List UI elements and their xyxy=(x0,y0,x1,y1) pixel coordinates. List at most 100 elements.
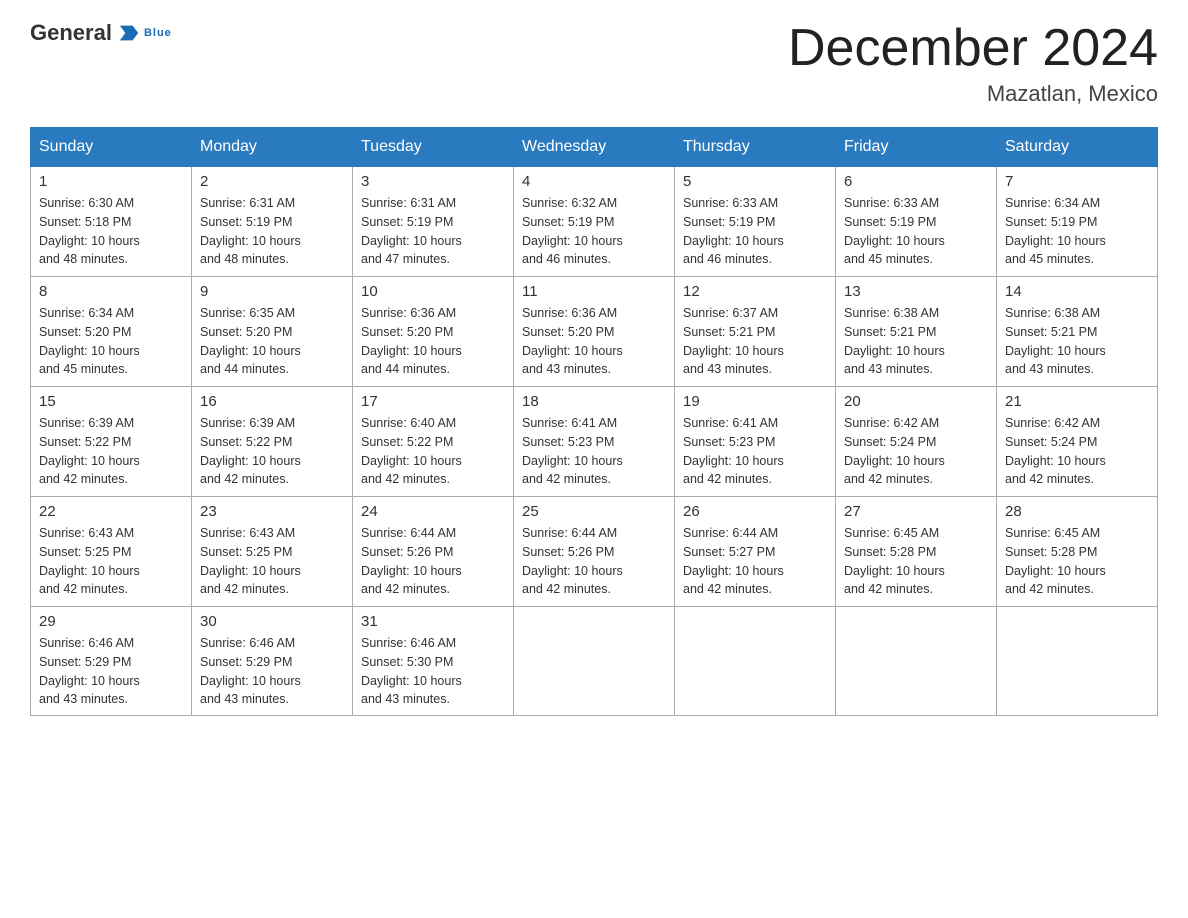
calendar-cell: 18 Sunrise: 6:41 AM Sunset: 5:23 PM Dayl… xyxy=(514,387,675,497)
calendar-cell: 20 Sunrise: 6:42 AM Sunset: 5:24 PM Dayl… xyxy=(836,387,997,497)
calendar-cell: 4 Sunrise: 6:32 AM Sunset: 5:19 PM Dayli… xyxy=(514,167,675,277)
calendar-cell: 13 Sunrise: 6:38 AM Sunset: 5:21 PM Dayl… xyxy=(836,277,997,387)
calendar-cell: 14 Sunrise: 6:38 AM Sunset: 5:21 PM Dayl… xyxy=(997,277,1158,387)
day-number: 5 xyxy=(683,173,827,190)
weekday-header-saturday: Saturday xyxy=(997,128,1158,167)
calendar-cell: 21 Sunrise: 6:42 AM Sunset: 5:24 PM Dayl… xyxy=(997,387,1158,497)
weekday-header-monday: Monday xyxy=(192,128,353,167)
calendar-cell: 11 Sunrise: 6:36 AM Sunset: 5:20 PM Dayl… xyxy=(514,277,675,387)
day-number: 21 xyxy=(1005,393,1149,410)
day-info: Sunrise: 6:41 AM Sunset: 5:23 PM Dayligh… xyxy=(683,414,827,489)
day-number: 26 xyxy=(683,503,827,520)
calendar-cell: 30 Sunrise: 6:46 AM Sunset: 5:29 PM Dayl… xyxy=(192,607,353,716)
day-number: 6 xyxy=(844,173,988,190)
day-number: 8 xyxy=(39,283,183,300)
calendar-cell: 19 Sunrise: 6:41 AM Sunset: 5:23 PM Dayl… xyxy=(675,387,836,497)
day-number: 2 xyxy=(200,173,344,190)
day-number: 19 xyxy=(683,393,827,410)
day-number: 27 xyxy=(844,503,988,520)
day-info: Sunrise: 6:42 AM Sunset: 5:24 PM Dayligh… xyxy=(844,414,988,489)
day-number: 9 xyxy=(200,283,344,300)
day-info: Sunrise: 6:43 AM Sunset: 5:25 PM Dayligh… xyxy=(39,524,183,599)
day-info: Sunrise: 6:34 AM Sunset: 5:19 PM Dayligh… xyxy=(1005,194,1149,269)
day-info: Sunrise: 6:33 AM Sunset: 5:19 PM Dayligh… xyxy=(683,194,827,269)
calendar-cell: 1 Sunrise: 6:30 AM Sunset: 5:18 PM Dayli… xyxy=(31,167,192,277)
day-info: Sunrise: 6:37 AM Sunset: 5:21 PM Dayligh… xyxy=(683,304,827,379)
day-number: 25 xyxy=(522,503,666,520)
day-number: 7 xyxy=(1005,173,1149,190)
day-info: Sunrise: 6:44 AM Sunset: 5:26 PM Dayligh… xyxy=(522,524,666,599)
calendar-cell: 24 Sunrise: 6:44 AM Sunset: 5:26 PM Dayl… xyxy=(353,497,514,607)
calendar-cell: 27 Sunrise: 6:45 AM Sunset: 5:28 PM Dayl… xyxy=(836,497,997,607)
day-info: Sunrise: 6:38 AM Sunset: 5:21 PM Dayligh… xyxy=(844,304,988,379)
logo-text-general: General xyxy=(30,20,112,46)
day-info: Sunrise: 6:34 AM Sunset: 5:20 PM Dayligh… xyxy=(39,304,183,379)
day-number: 17 xyxy=(361,393,505,410)
day-info: Sunrise: 6:38 AM Sunset: 5:21 PM Dayligh… xyxy=(1005,304,1149,379)
day-info: Sunrise: 6:46 AM Sunset: 5:29 PM Dayligh… xyxy=(39,634,183,709)
calendar-week-row: 1 Sunrise: 6:30 AM Sunset: 5:18 PM Dayli… xyxy=(31,167,1158,277)
day-info: Sunrise: 6:31 AM Sunset: 5:19 PM Dayligh… xyxy=(361,194,505,269)
logo[interactable]: General Blue xyxy=(30,20,172,46)
calendar-cell: 17 Sunrise: 6:40 AM Sunset: 5:22 PM Dayl… xyxy=(353,387,514,497)
calendar-table: SundayMondayTuesdayWednesdayThursdayFrid… xyxy=(30,127,1158,716)
day-number: 30 xyxy=(200,613,344,630)
day-info: Sunrise: 6:44 AM Sunset: 5:26 PM Dayligh… xyxy=(361,524,505,599)
calendar-week-row: 15 Sunrise: 6:39 AM Sunset: 5:22 PM Dayl… xyxy=(31,387,1158,497)
calendar-cell: 25 Sunrise: 6:44 AM Sunset: 5:26 PM Dayl… xyxy=(514,497,675,607)
day-info: Sunrise: 6:40 AM Sunset: 5:22 PM Dayligh… xyxy=(361,414,505,489)
day-info: Sunrise: 6:45 AM Sunset: 5:28 PM Dayligh… xyxy=(844,524,988,599)
day-number: 4 xyxy=(522,173,666,190)
calendar-cell: 26 Sunrise: 6:44 AM Sunset: 5:27 PM Dayl… xyxy=(675,497,836,607)
calendar-cell: 23 Sunrise: 6:43 AM Sunset: 5:25 PM Dayl… xyxy=(192,497,353,607)
day-info: Sunrise: 6:46 AM Sunset: 5:30 PM Dayligh… xyxy=(361,634,505,709)
day-info: Sunrise: 6:30 AM Sunset: 5:18 PM Dayligh… xyxy=(39,194,183,269)
day-info: Sunrise: 6:42 AM Sunset: 5:24 PM Dayligh… xyxy=(1005,414,1149,489)
day-number: 16 xyxy=(200,393,344,410)
calendar-cell: 12 Sunrise: 6:37 AM Sunset: 5:21 PM Dayl… xyxy=(675,277,836,387)
calendar-cell: 10 Sunrise: 6:36 AM Sunset: 5:20 PM Dayl… xyxy=(353,277,514,387)
calendar-cell: 22 Sunrise: 6:43 AM Sunset: 5:25 PM Dayl… xyxy=(31,497,192,607)
location: Mazatlan, Mexico xyxy=(788,81,1158,107)
logo-text-blue: Blue xyxy=(144,28,172,39)
weekday-header-row: SundayMondayTuesdayWednesdayThursdayFrid… xyxy=(31,128,1158,167)
day-number: 13 xyxy=(844,283,988,300)
day-info: Sunrise: 6:31 AM Sunset: 5:19 PM Dayligh… xyxy=(200,194,344,269)
day-number: 22 xyxy=(39,503,183,520)
day-number: 29 xyxy=(39,613,183,630)
calendar-cell xyxy=(675,607,836,716)
calendar-cell: 7 Sunrise: 6:34 AM Sunset: 5:19 PM Dayli… xyxy=(997,167,1158,277)
day-number: 20 xyxy=(844,393,988,410)
day-info: Sunrise: 6:41 AM Sunset: 5:23 PM Dayligh… xyxy=(522,414,666,489)
day-info: Sunrise: 6:36 AM Sunset: 5:20 PM Dayligh… xyxy=(522,304,666,379)
calendar-cell: 31 Sunrise: 6:46 AM Sunset: 5:30 PM Dayl… xyxy=(353,607,514,716)
title-section: December 2024 Mazatlan, Mexico xyxy=(788,20,1158,107)
day-info: Sunrise: 6:32 AM Sunset: 5:19 PM Dayligh… xyxy=(522,194,666,269)
weekday-header-friday: Friday xyxy=(836,128,997,167)
day-number: 28 xyxy=(1005,503,1149,520)
day-info: Sunrise: 6:45 AM Sunset: 5:28 PM Dayligh… xyxy=(1005,524,1149,599)
day-info: Sunrise: 6:44 AM Sunset: 5:27 PM Dayligh… xyxy=(683,524,827,599)
weekday-header-tuesday: Tuesday xyxy=(353,128,514,167)
calendar-cell xyxy=(997,607,1158,716)
day-number: 18 xyxy=(522,393,666,410)
page-header: General Blue December 2024 Mazatlan, Mex… xyxy=(30,20,1158,107)
weekday-header-wednesday: Wednesday xyxy=(514,128,675,167)
day-number: 14 xyxy=(1005,283,1149,300)
calendar-cell: 29 Sunrise: 6:46 AM Sunset: 5:29 PM Dayl… xyxy=(31,607,192,716)
day-info: Sunrise: 6:39 AM Sunset: 5:22 PM Dayligh… xyxy=(200,414,344,489)
day-number: 11 xyxy=(522,283,666,300)
calendar-cell: 9 Sunrise: 6:35 AM Sunset: 5:20 PM Dayli… xyxy=(192,277,353,387)
calendar-cell: 3 Sunrise: 6:31 AM Sunset: 5:19 PM Dayli… xyxy=(353,167,514,277)
weekday-header-sunday: Sunday xyxy=(31,128,192,167)
day-info: Sunrise: 6:36 AM Sunset: 5:20 PM Dayligh… xyxy=(361,304,505,379)
month-title: December 2024 xyxy=(788,20,1158,77)
calendar-cell xyxy=(836,607,997,716)
day-info: Sunrise: 6:39 AM Sunset: 5:22 PM Dayligh… xyxy=(39,414,183,489)
day-number: 23 xyxy=(200,503,344,520)
day-info: Sunrise: 6:43 AM Sunset: 5:25 PM Dayligh… xyxy=(200,524,344,599)
calendar-cell: 15 Sunrise: 6:39 AM Sunset: 5:22 PM Dayl… xyxy=(31,387,192,497)
day-info: Sunrise: 6:33 AM Sunset: 5:19 PM Dayligh… xyxy=(844,194,988,269)
calendar-cell xyxy=(514,607,675,716)
calendar-cell: 5 Sunrise: 6:33 AM Sunset: 5:19 PM Dayli… xyxy=(675,167,836,277)
